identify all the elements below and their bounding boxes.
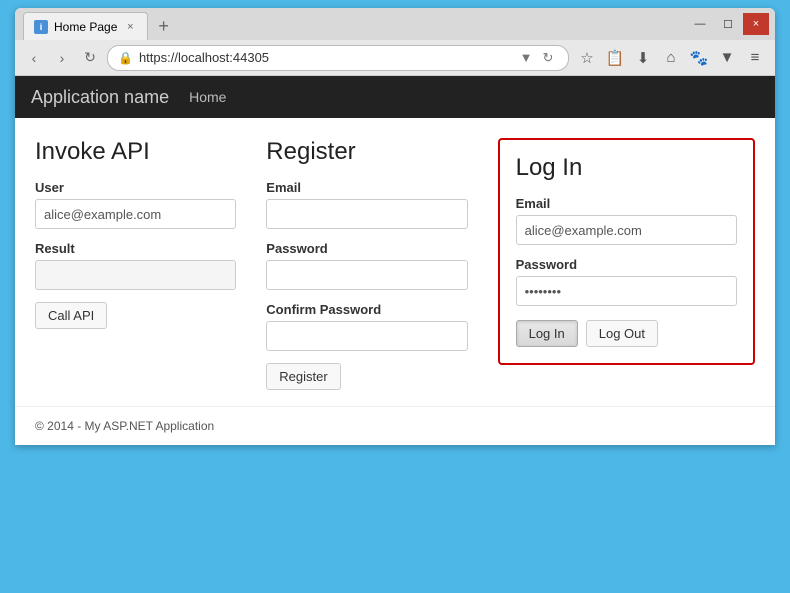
login-password-label: Password [516,257,737,272]
home-nav-link[interactable]: Home [189,89,226,105]
login-password-group: Password [516,257,737,306]
url-bar[interactable]: 🔒 https://localhost:44305 ▼ ↻ [107,45,569,71]
forward-button[interactable]: › [51,47,73,69]
reg-password-label: Password [266,241,467,256]
address-bar: ‹ › ↻ 🔒 https://localhost:44305 ▼ ↻ ☆ 📋 … [15,40,775,76]
register-title: Register [266,138,467,166]
page-content: Application name Home Invoke API User Re… [15,76,775,445]
result-field [35,260,236,290]
maximize-button[interactable]: ☐ [715,13,741,35]
register-button[interactable]: Register [266,363,340,390]
result-label: Result [35,241,236,256]
new-tab-button[interactable]: + [152,12,175,40]
browser-tab[interactable]: i Home Page × [23,12,148,40]
user-field-group: User [35,180,236,229]
minimize-button[interactable]: — [687,13,713,35]
invoke-api-section: Invoke API User Result Call API [35,138,236,329]
window-controls: — ☐ × [687,13,775,35]
extension-icon[interactable]: 🐾 [687,46,711,70]
login-email-group: Email [516,196,737,245]
login-section: Log In Email Password Log In Log Out [498,138,755,365]
login-password-input[interactable] [516,276,737,306]
home-icon[interactable]: ⌂ [659,46,683,70]
app-name: Application name [31,87,169,108]
dropdown-icon[interactable]: ▼ [516,48,536,68]
download-icon[interactable]: ⬇ [631,46,655,70]
menu-dropdown-icon[interactable]: ▼ [715,46,739,70]
reg-password-input[interactable] [266,260,467,290]
title-bar: i Home Page × + — ☐ × [15,8,775,40]
reg-email-group: Email [266,180,467,229]
refresh-button[interactable]: ↻ [79,47,101,69]
star-icon[interactable]: ☆ [575,46,599,70]
close-button[interactable]: × [743,13,769,35]
back-button[interactable]: ‹ [23,47,45,69]
login-title: Log In [516,154,737,182]
login-email-label: Email [516,196,737,211]
lock-icon: 🔒 [118,51,133,65]
browser-window: i Home Page × + — ☐ × ‹ › ↻ 🔒 https://lo… [15,8,775,445]
login-button[interactable]: Log In [516,320,578,347]
footer: © 2014 - My ASP.NET Application [15,406,775,445]
main-content: Invoke API User Result Call API Register… [15,118,775,406]
nav-header: Application name Home [15,76,775,118]
login-buttons: Log In Log Out [516,320,737,347]
login-email-input[interactable] [516,215,737,245]
invoke-api-title: Invoke API [35,138,236,166]
user-input[interactable] [35,199,236,229]
clipboard-icon[interactable]: 📋 [603,46,627,70]
menu-icon[interactable]: ≡ [743,46,767,70]
logout-button[interactable]: Log Out [586,320,658,347]
reload-icon[interactable]: ↻ [538,48,558,68]
register-section: Register Email Password Confirm Password… [266,138,467,390]
reg-email-label: Email [266,180,467,195]
user-label: User [35,180,236,195]
reg-confirm-group: Confirm Password [266,302,467,351]
reg-password-group: Password [266,241,467,290]
url-actions: ▼ ↻ [516,48,558,68]
result-field-group: Result [35,241,236,290]
tab-favicon: i [34,20,48,34]
reg-confirm-input[interactable] [266,321,467,351]
tab-close-button[interactable]: × [123,20,137,34]
reg-email-input[interactable] [266,199,467,229]
tab-title: Home Page [54,20,117,34]
tab-area: i Home Page × + [15,8,687,40]
footer-text: © 2014 - My ASP.NET Application [35,419,214,433]
url-text: https://localhost:44305 [139,50,510,65]
call-api-button[interactable]: Call API [35,302,107,329]
toolbar-icons: ☆ 📋 ⬇ ⌂ 🐾 ▼ ≡ [575,46,767,70]
reg-confirm-label: Confirm Password [266,302,467,317]
